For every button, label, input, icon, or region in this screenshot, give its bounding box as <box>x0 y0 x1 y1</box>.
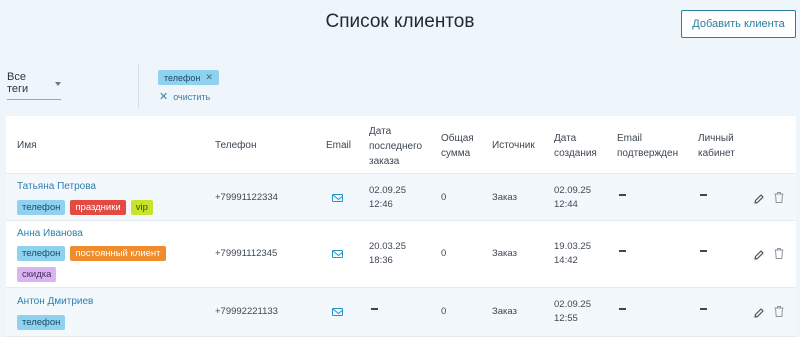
page-title: Список клиентов <box>325 11 475 32</box>
total-sum: 0 <box>441 192 447 203</box>
tag-chip: постоянный клиент <box>70 246 166 261</box>
col-header-created: Дата создания <box>554 131 597 161</box>
total-sum: 0 <box>441 248 447 259</box>
remove-filter-icon[interactable]: ✕ <box>205 72 213 83</box>
mail-icon[interactable] <box>332 194 343 202</box>
created-date: 02.09.25 <box>554 299 591 310</box>
email-confirmed-dash <box>619 194 626 196</box>
clear-filters-label: очистить <box>173 91 211 102</box>
created-datetime: 02.09.25 12:44 <box>554 184 591 212</box>
add-client-button[interactable]: Добавить клиента <box>681 10 796 38</box>
col-header-created-line2: создания <box>554 148 597 159</box>
cabinet-dash <box>700 194 707 196</box>
last-order-time: 12:46 <box>369 199 393 210</box>
created-time: 14:42 <box>554 255 578 266</box>
col-header-cabinet: Личный кабинет <box>698 131 735 161</box>
pencil-icon[interactable] <box>753 192 765 204</box>
tag-chip: телефон <box>17 315 66 330</box>
table-row: Антон Дмитриев телефон +79992221133 0 За… <box>6 288 796 337</box>
created-time: 12:44 <box>554 199 578 210</box>
last-order-date: 02.09.25 <box>369 185 406 196</box>
client-tags: телефон <box>17 315 207 330</box>
last-order-datetime: 02.09.25 12:46 <box>369 184 406 212</box>
filter-divider <box>138 64 139 108</box>
tags-filter-label: Все теги <box>7 71 29 95</box>
col-header-name: Имя <box>17 140 37 151</box>
col-header-total-line2: сумма <box>441 148 471 159</box>
client-phone: +79992221133 <box>215 306 278 317</box>
col-header-email-confirmed-line1: Email <box>617 133 643 144</box>
created-date: 19.03.25 <box>554 241 591 252</box>
total-sum: 0 <box>441 306 447 317</box>
mail-icon[interactable] <box>332 308 343 316</box>
client-name-link[interactable]: Антон Дмитриев <box>17 296 93 307</box>
pencil-icon[interactable] <box>753 306 765 318</box>
tag-chip: праздники <box>70 200 126 215</box>
tag-chip: vip <box>130 200 153 215</box>
table-header: Имя Телефон Email Дата последнего заказа… <box>6 116 796 174</box>
client-tags: телефон постоянный клиент скидка <box>17 246 207 282</box>
client-phone: +79991122334 <box>215 192 278 203</box>
last-order-datetime: 20.03.25 18:36 <box>369 240 406 268</box>
tag-chip: телефон <box>17 246 66 261</box>
col-header-email: Email <box>326 140 352 151</box>
trash-icon[interactable] <box>773 305 785 317</box>
col-header-source: Источник <box>492 140 535 151</box>
last-order-date: 20.03.25 <box>369 241 406 252</box>
clear-filters-link[interactable]: ✕ очистить <box>159 90 210 103</box>
client-name-link[interactable]: Татьяна Петрова <box>17 181 96 192</box>
chevron-down-icon <box>55 81 61 86</box>
col-header-phone: Телефон <box>215 140 257 151</box>
created-time: 12:55 <box>554 313 578 324</box>
email-confirmed-dash <box>619 250 626 252</box>
email-confirmed-dash <box>619 308 626 310</box>
trash-icon[interactable] <box>773 191 785 203</box>
close-icon: ✕ <box>159 91 169 103</box>
col-header-cabinet-line1: Личный <box>698 133 734 144</box>
table-row: Татьяна Петрова телефон праздники vip +7… <box>6 174 796 221</box>
col-header-created-line1: Дата <box>554 133 577 144</box>
source: Заказ <box>492 192 517 203</box>
pencil-icon[interactable] <box>753 248 765 260</box>
mail-icon[interactable] <box>332 250 343 258</box>
client-name-link[interactable]: Анна Иванова <box>17 228 83 239</box>
col-header-last-order-line3: заказа <box>369 156 400 167</box>
tags-filter-select[interactable]: Все теги <box>7 71 61 100</box>
col-header-total: Общая сумма <box>441 131 474 161</box>
col-header-last-order-line1: Дата <box>369 126 392 137</box>
col-header-email-confirmed-line2: подтвержден <box>617 148 679 159</box>
cabinet-dash <box>700 308 707 310</box>
created-datetime: 02.09.25 12:55 <box>554 298 591 326</box>
active-filter-chip: телефон ✕ <box>158 70 219 85</box>
tag-chip: телефон <box>17 200 66 215</box>
col-header-last-order-line2: последнего <box>369 141 423 152</box>
col-header-cabinet-line2: кабинет <box>698 148 735 159</box>
client-phone: +79991112345 <box>215 248 278 259</box>
active-filter-chip-label: телефон <box>164 72 201 83</box>
col-header-email-confirmed: Email подтвержден <box>617 131 678 161</box>
table-row: Анна Иванова телефон постоянный клиент с… <box>6 221 796 288</box>
trash-icon[interactable] <box>773 247 785 259</box>
cabinet-dash <box>700 250 707 252</box>
clients-table: Имя Телефон Email Дата последнего заказа… <box>6 116 796 337</box>
created-date: 02.09.25 <box>554 185 591 196</box>
col-header-total-line1: Общая <box>441 133 474 144</box>
tag-chip: скидка <box>17 267 57 282</box>
source: Заказ <box>492 248 517 259</box>
col-header-last-order: Дата последнего заказа <box>369 124 422 169</box>
source: Заказ <box>492 306 517 317</box>
created-datetime: 19.03.25 14:42 <box>554 240 591 268</box>
last-order-time: 18:36 <box>369 255 393 266</box>
client-tags: телефон праздники vip <box>17 200 207 215</box>
last-order-dash <box>371 308 378 310</box>
